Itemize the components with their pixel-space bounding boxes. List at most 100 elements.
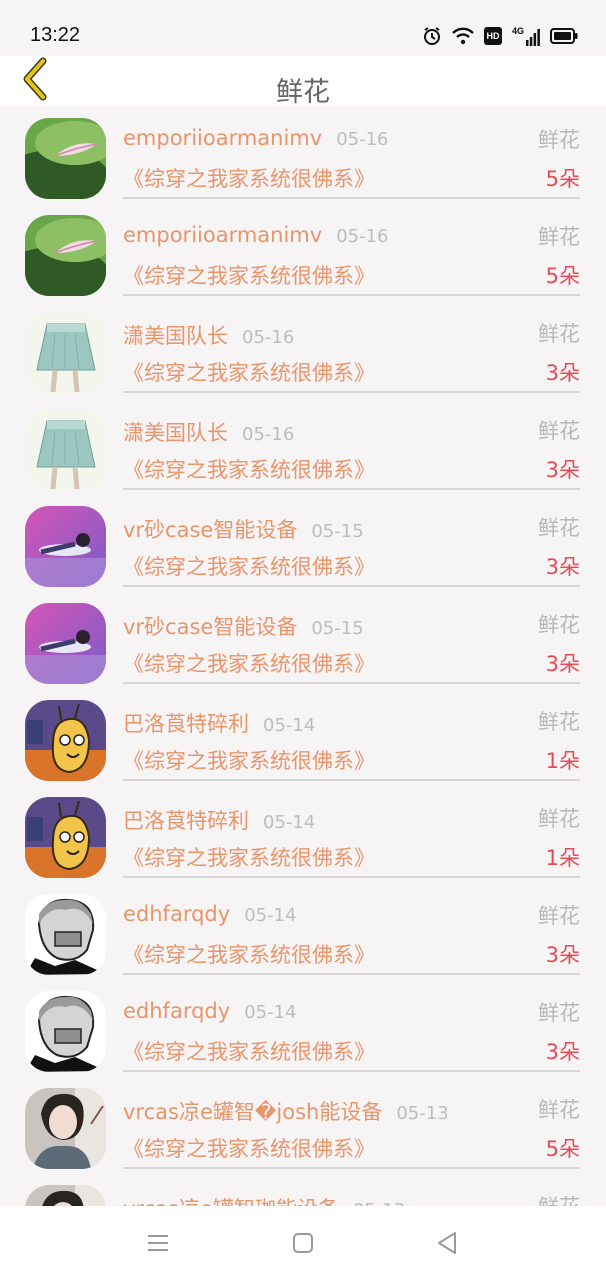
gift-date: 05-14 — [244, 1002, 297, 1023]
divider — [123, 391, 580, 393]
sender-name: vrcas凉e罐智珈能设备05-13 — [123, 1193, 405, 1206]
battery-icon — [550, 28, 578, 44]
avatar[interactable] — [25, 312, 106, 393]
list-item[interactable]: edhfarqdy 05-14 鲜花 《综穿之我家系统很佛系》 3朵 — [0, 882, 606, 979]
gift-count: 5朵 — [545, 264, 580, 288]
avatar[interactable] — [25, 603, 106, 684]
status-bar: 13:22 HD 4G — [0, 0, 606, 56]
network-type-label: 4G — [511, 26, 524, 36]
gift-date: 05-14 — [263, 812, 316, 833]
home-button[interactable] — [288, 1230, 318, 1260]
avatar[interactable] — [25, 409, 106, 490]
back-triangle-icon — [435, 1231, 459, 1259]
list-item[interactable]: vr砂case智能设备 05-15 鲜花 《综穿之我家系统很佛系》 3朵 — [0, 591, 606, 688]
divider — [123, 1167, 580, 1169]
book-title: 《综穿之我家系统很佛系》 — [123, 555, 375, 579]
divider — [123, 294, 580, 296]
hd-icon: HD — [483, 27, 502, 45]
sender-name: 潇美国队长 05-16 — [123, 324, 295, 348]
alarm-icon — [422, 26, 442, 46]
gift-date: 05-16 — [242, 327, 295, 348]
sender-name: vrcas凉e罐智�josh能设备 05-13 — [123, 1100, 449, 1124]
gift-type-label: 鲜花 — [538, 419, 580, 443]
avatar[interactable] — [25, 700, 106, 781]
menu-icon — [146, 1233, 170, 1257]
gift-type-label: 鲜花 — [538, 1191, 580, 1206]
gift-date: 05-14 — [244, 905, 297, 926]
divider — [123, 1070, 580, 1072]
back-nav-button[interactable] — [432, 1230, 462, 1260]
gift-type-label: 鲜花 — [538, 807, 580, 831]
list-item[interactable]: vrcas凉e罐智珈能设备05-13 鲜花 — [0, 1173, 606, 1206]
sender-name: emporiioarmanimv 05-16 — [123, 126, 389, 150]
book-title: 《综穿之我家系统很佛系》 — [123, 264, 375, 288]
avatar[interactable] — [25, 118, 106, 199]
book-title: 《综穿之我家系统很佛系》 — [123, 167, 375, 191]
avatar[interactable] — [25, 894, 106, 975]
list-item[interactable]: emporiioarmanimv 05-16 鲜花 《综穿之我家系统很佛系》 5朵 — [0, 203, 606, 300]
avatar[interactable] — [25, 506, 106, 587]
divider — [123, 197, 580, 199]
gift-count: 3朵 — [545, 652, 580, 676]
home-square-icon — [292, 1232, 314, 1258]
gift-count: 1朵 — [545, 846, 580, 870]
gift-type-label: 鲜花 — [538, 128, 580, 152]
sender-name: edhfarqdy 05-14 — [123, 902, 297, 926]
status-time: 13:22 — [30, 24, 81, 46]
divider — [123, 973, 580, 975]
status-icons: HD 4G — [422, 22, 578, 50]
gift-type-label: 鲜花 — [538, 225, 580, 249]
avatar[interactable] — [25, 797, 106, 878]
sender-name: vr砂case智能设备 05-15 — [123, 615, 364, 639]
avatar[interactable] — [25, 1088, 106, 1169]
menu-button[interactable] — [143, 1230, 173, 1260]
sender-name: 潇美国队长 05-16 — [123, 421, 295, 445]
book-title: 《综穿之我家系统很佛系》 — [123, 1137, 375, 1161]
divider — [123, 779, 580, 781]
avatar[interactable] — [25, 1185, 106, 1206]
sender-name: edhfarqdy 05-14 — [123, 999, 297, 1023]
book-title: 《综穿之我家系统很佛系》 — [123, 652, 375, 676]
gift-type-label: 鲜花 — [538, 322, 580, 346]
wifi-icon — [452, 27, 474, 45]
list-item[interactable]: 潇美国队长 05-16 鲜花 《综穿之我家系统很佛系》 3朵 — [0, 397, 606, 494]
sender-name: 巴洛莨特碎利 05-14 — [123, 712, 316, 736]
sender-name: vr砂case智能设备 05-15 — [123, 518, 364, 542]
gift-count: 3朵 — [545, 555, 580, 579]
gift-date: 05-14 — [263, 715, 316, 736]
list-item[interactable]: vr砂case智能设备 05-15 鲜花 《综穿之我家系统很佛系》 3朵 — [0, 494, 606, 591]
gift-count: 3朵 — [545, 1040, 580, 1064]
list-item[interactable]: edhfarqdy 05-14 鲜花 《综穿之我家系统很佛系》 3朵 — [0, 979, 606, 1076]
list-item[interactable]: 巴洛莨特碎利 05-14 鲜花 《综穿之我家系统很佛系》 1朵 — [0, 785, 606, 882]
book-title: 《综穿之我家系统很佛系》 — [123, 749, 375, 773]
divider — [123, 488, 580, 490]
gift-count: 5朵 — [545, 1137, 580, 1161]
divider — [123, 682, 580, 684]
gift-date: 05-15 — [311, 521, 364, 542]
gift-count: 3朵 — [545, 458, 580, 482]
avatar[interactable] — [25, 991, 106, 1072]
gift-count: 5朵 — [545, 167, 580, 191]
book-title: 《综穿之我家系统很佛系》 — [123, 1040, 375, 1064]
avatar[interactable] — [25, 215, 106, 296]
gift-date: 05-16 — [242, 424, 295, 445]
page-title: 鲜花 — [276, 77, 330, 108]
list-item[interactable]: 巴洛莨特碎利 05-14 鲜花 《综穿之我家系统很佛系》 1朵 — [0, 688, 606, 785]
gift-count: 1朵 — [545, 749, 580, 773]
sender-name: 巴洛莨特碎利 05-14 — [123, 809, 316, 833]
gift-type-label: 鲜花 — [538, 1001, 580, 1025]
gift-type-label: 鲜花 — [538, 904, 580, 928]
gift-type-label: 鲜花 — [538, 613, 580, 637]
gift-date: 05-16 — [336, 226, 389, 247]
header: 鲜花 — [0, 56, 606, 108]
list-item[interactable]: emporiioarmanimv 05-16 鲜花 《综穿之我家系统很佛系》 5朵 — [0, 106, 606, 203]
book-title: 《综穿之我家系统很佛系》 — [123, 361, 375, 385]
gift-record-list[interactable]: emporiioarmanimv 05-16 鲜花 《综穿之我家系统很佛系》 5朵… — [0, 106, 606, 1206]
divider — [123, 876, 580, 878]
list-item[interactable]: 潇美国队长 05-16 鲜花 《综穿之我家系统很佛系》 3朵 — [0, 300, 606, 397]
list-item[interactable]: vrcas凉e罐智�josh能设备 05-13 鲜花 《综穿之我家系统很佛系》 5… — [0, 1076, 606, 1173]
system-nav-bar — [0, 1206, 606, 1280]
gift-date: 05-16 — [336, 129, 389, 150]
gift-date: 05-13 — [396, 1103, 449, 1124]
gift-date: 05-15 — [311, 618, 364, 639]
